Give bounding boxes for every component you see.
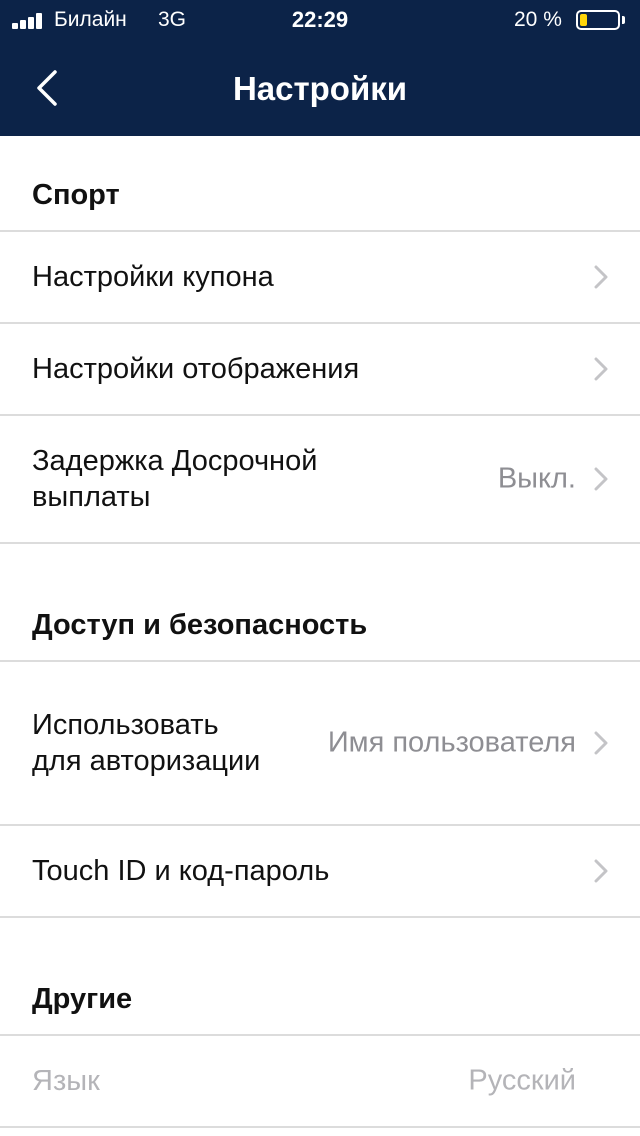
settings-list: Спорт Настройки купона Настройки отображ…	[0, 136, 640, 1128]
page-title: Настройки	[232, 70, 408, 107]
settings-row-touch-id[interactable]: Touch ID и код-пароль	[0, 826, 640, 918]
settings-row-early-payout-delay[interactable]: Задержка Досрочной выплаты Выкл.	[0, 416, 640, 544]
settings-row-auth-method[interactable]: Использовать для авторизации Имя пользов…	[0, 662, 640, 826]
row-label: Использовать для авторизации	[32, 709, 261, 777]
chevron-right-icon	[594, 731, 608, 755]
chevron-right-icon	[594, 859, 608, 883]
section-title: Доступ и безопасность	[32, 609, 368, 641]
status-bar: Билайн 3G 22:29 20 %	[0, 0, 640, 40]
settings-row-display[interactable]: Настройки отображения	[0, 324, 640, 416]
chevron-right-icon	[594, 357, 608, 381]
row-label: Задержка Досрочной выплаты	[32, 445, 318, 513]
section-title: Другие	[32, 983, 133, 1015]
top-bar: Билайн 3G 22:29 20 % Настройки	[0, 0, 640, 136]
row-value: Русский	[468, 1064, 576, 1097]
battery-icon	[576, 10, 620, 30]
settings-row-language: Язык Русский	[0, 1036, 640, 1128]
chevron-right-icon	[594, 467, 608, 491]
section-title: Спорт	[32, 179, 120, 211]
battery-percent: 20 %	[514, 8, 562, 31]
battery-tip	[622, 16, 625, 24]
row-label: Настройки купона	[32, 261, 274, 293]
settings-row-coupon[interactable]: Настройки купона	[0, 232, 640, 324]
chevron-right-icon	[594, 265, 608, 289]
row-value: Выкл.	[497, 462, 576, 495]
row-label: Язык	[32, 1065, 100, 1097]
navigation-bar: Настройки	[0, 40, 640, 136]
battery-level-fill	[580, 14, 588, 26]
section-header-sport: Спорт	[0, 136, 640, 232]
row-value: Имя пользователя	[327, 726, 576, 759]
section-header-other: Другие	[0, 918, 640, 1036]
row-label: Touch ID и код-пароль	[32, 855, 330, 887]
row-label: Настройки отображения	[32, 353, 360, 385]
section-header-access: Доступ и безопасность	[0, 544, 640, 662]
